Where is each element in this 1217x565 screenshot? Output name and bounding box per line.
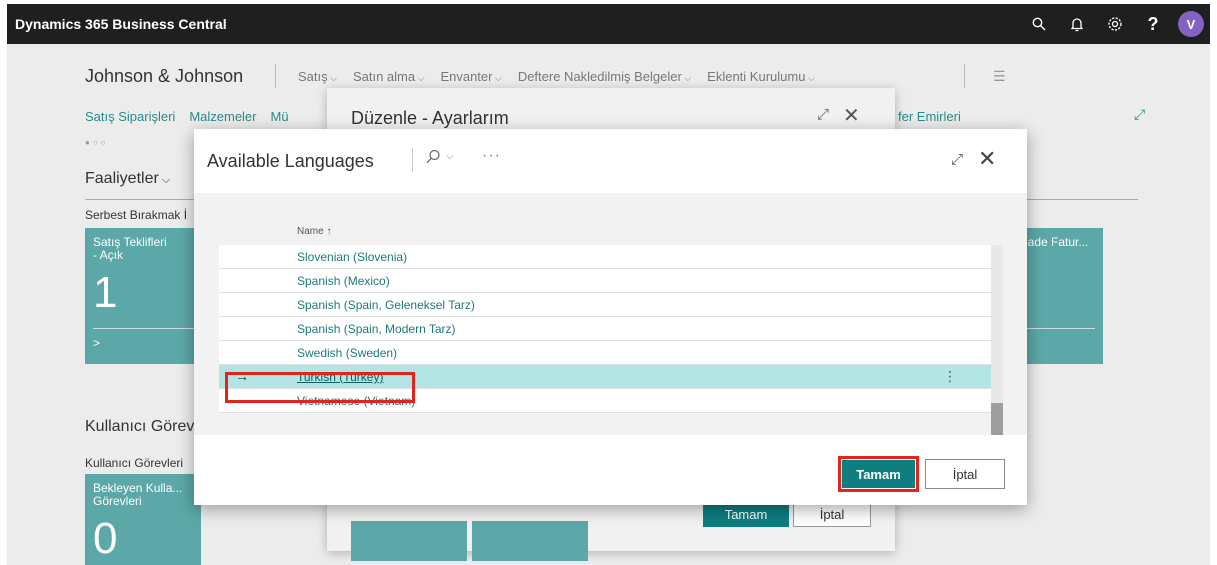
tile-right[interactable]: lade Fatur... bbox=[1017, 228, 1103, 364]
tile-label: Bekleyen Kulla... Görevleri bbox=[93, 481, 183, 508]
tile bbox=[472, 521, 588, 561]
language-name[interactable]: Spanish (Spain, Modern Tarz) bbox=[297, 322, 456, 336]
hamburger-icon[interactable]: ☰ bbox=[993, 68, 1006, 85]
divider bbox=[1025, 328, 1095, 329]
ok-button[interactable]: Tamam bbox=[842, 460, 915, 488]
column-header-name[interactable]: Name ↑ bbox=[297, 226, 331, 237]
list-item[interactable]: Spanish (Spain, Geleneksel Tarz) bbox=[219, 293, 992, 317]
search-icon[interactable] bbox=[426, 149, 441, 169]
page-dots: ●○○ bbox=[85, 138, 109, 147]
tile bbox=[351, 521, 467, 561]
gear-icon[interactable] bbox=[1096, 4, 1134, 44]
more-vertical-icon[interactable]: ⋮ bbox=[943, 368, 957, 385]
action-links: Satış Siparişleri Malzemeler Mü bbox=[85, 109, 289, 124]
menu-item-eklenti[interactable]: Eklenti Kurulumu bbox=[707, 69, 815, 84]
chevron-down-icon[interactable]: ⌵ bbox=[446, 151, 454, 162]
list-item[interactable]: Swedish (Sweden) bbox=[219, 341, 992, 365]
app-brand[interactable]: Dynamics 365 Business Central bbox=[15, 16, 227, 32]
tile-label: Satış Teklifleri - Açık bbox=[93, 235, 167, 262]
divider bbox=[964, 64, 965, 88]
list-item[interactable]: Spanish (Spain, Modern Tarz) bbox=[219, 317, 992, 341]
menu-item-satin-alma[interactable]: Satın alma bbox=[353, 69, 424, 84]
menu-item-envanter[interactable]: Envanter bbox=[440, 69, 501, 84]
expand-icon[interactable]: ⤢ bbox=[951, 151, 963, 168]
language-name[interactable]: Turkish (Turkey) bbox=[297, 370, 383, 384]
link-satis-siparisleri[interactable]: Satış Siparişleri bbox=[85, 109, 175, 124]
link-musteriler[interactable]: Mü bbox=[271, 109, 289, 124]
arrow-right-icon: → bbox=[235, 368, 249, 384]
available-languages-dialog: Available Languages ⌵ ··· ⤢ ✕ Name ↑ Slo… bbox=[194, 129, 1027, 505]
list-item[interactable]: Spanish (Mexico) bbox=[219, 269, 992, 293]
cancel-button[interactable]: İptal bbox=[925, 459, 1005, 489]
divider bbox=[93, 328, 197, 329]
language-list: Slovenian (Slovenia) Spanish (Mexico) Sp… bbox=[219, 245, 992, 413]
app-top-bar: Dynamics 365 Business Central ? V bbox=[7, 4, 1210, 44]
scrollbar-thumb[interactable] bbox=[991, 403, 1003, 435]
list-item-selected[interactable]: → Turkish (Turkey) ⋮ bbox=[219, 365, 992, 389]
dialog-footer: Tamam İptal bbox=[194, 435, 1027, 505]
more-icon[interactable]: ··· bbox=[482, 147, 501, 165]
help-icon[interactable]: ? bbox=[1134, 4, 1172, 44]
language-name[interactable]: Vietnamese (Vietnam) bbox=[297, 394, 415, 408]
expand-icon[interactable]: ⤢ bbox=[1134, 106, 1145, 123]
tile-satis-teklifleri[interactable]: Satış Teklifleri - Açık 1 > bbox=[85, 228, 205, 364]
section-kullanici-gorevleri[interactable]: Kullanıcı Görev bbox=[85, 418, 194, 436]
chevron-right-icon: > bbox=[93, 336, 101, 350]
group-label: Serbest Bırakmak İ bbox=[85, 208, 188, 222]
divider bbox=[275, 64, 276, 88]
avatar[interactable]: V bbox=[1178, 11, 1204, 37]
menu-item-nakledilmis[interactable]: Deftere Nakledilmiş Belgeler bbox=[518, 69, 691, 84]
main-menu: Satış Satın alma Envanter Deftere Nakled… bbox=[298, 69, 815, 84]
dialog-title: Available Languages bbox=[207, 151, 374, 171]
tile-label: lade Fatur... bbox=[1025, 235, 1089, 249]
dialog-title: Düzenle - Ayarlarım bbox=[351, 108, 509, 128]
dialog-header: Available Languages ⌵ ··· ⤢ ✕ bbox=[194, 129, 1027, 193]
menu-item-satis[interactable]: Satış bbox=[298, 69, 337, 84]
tile-value: 0 bbox=[93, 514, 118, 563]
link-malzemeler[interactable]: Malzemeler bbox=[189, 109, 256, 124]
expand-icon[interactable]: ⤢ bbox=[817, 106, 829, 123]
ok-button-highlight: Tamam bbox=[838, 456, 919, 492]
bell-icon[interactable] bbox=[1058, 4, 1096, 44]
language-name[interactable]: Spanish (Mexico) bbox=[297, 274, 390, 288]
company-name[interactable]: Johnson & Johnson bbox=[85, 66, 243, 87]
language-name[interactable]: Swedish (Sweden) bbox=[297, 346, 397, 360]
list-item[interactable]: Vietnamese (Vietnam) bbox=[219, 389, 992, 413]
link-transfer-emirleri[interactable]: fer Emirleri bbox=[898, 109, 961, 124]
tile-bekleyen[interactable]: Bekleyen Kulla... Görevleri 0 bbox=[85, 474, 201, 565]
close-icon[interactable]: ✕ bbox=[978, 146, 996, 172]
close-icon[interactable]: ✕ bbox=[843, 103, 860, 128]
divider bbox=[412, 148, 413, 172]
search-icon[interactable] bbox=[1020, 4, 1058, 44]
section-faaliyetler[interactable]: Faaliyetler bbox=[85, 170, 170, 188]
group-label: Kullanıcı Görevleri bbox=[85, 456, 184, 470]
list-item[interactable]: Slovenian (Slovenia) bbox=[219, 245, 992, 269]
language-name[interactable]: Slovenian (Slovenia) bbox=[297, 250, 407, 264]
tile-value: 1 bbox=[93, 268, 118, 317]
language-name[interactable]: Spanish (Spain, Geleneksel Tarz) bbox=[297, 298, 475, 312]
dialog-body: Name ↑ Slovenian (Slovenia) Spanish (Mex… bbox=[194, 193, 1027, 435]
